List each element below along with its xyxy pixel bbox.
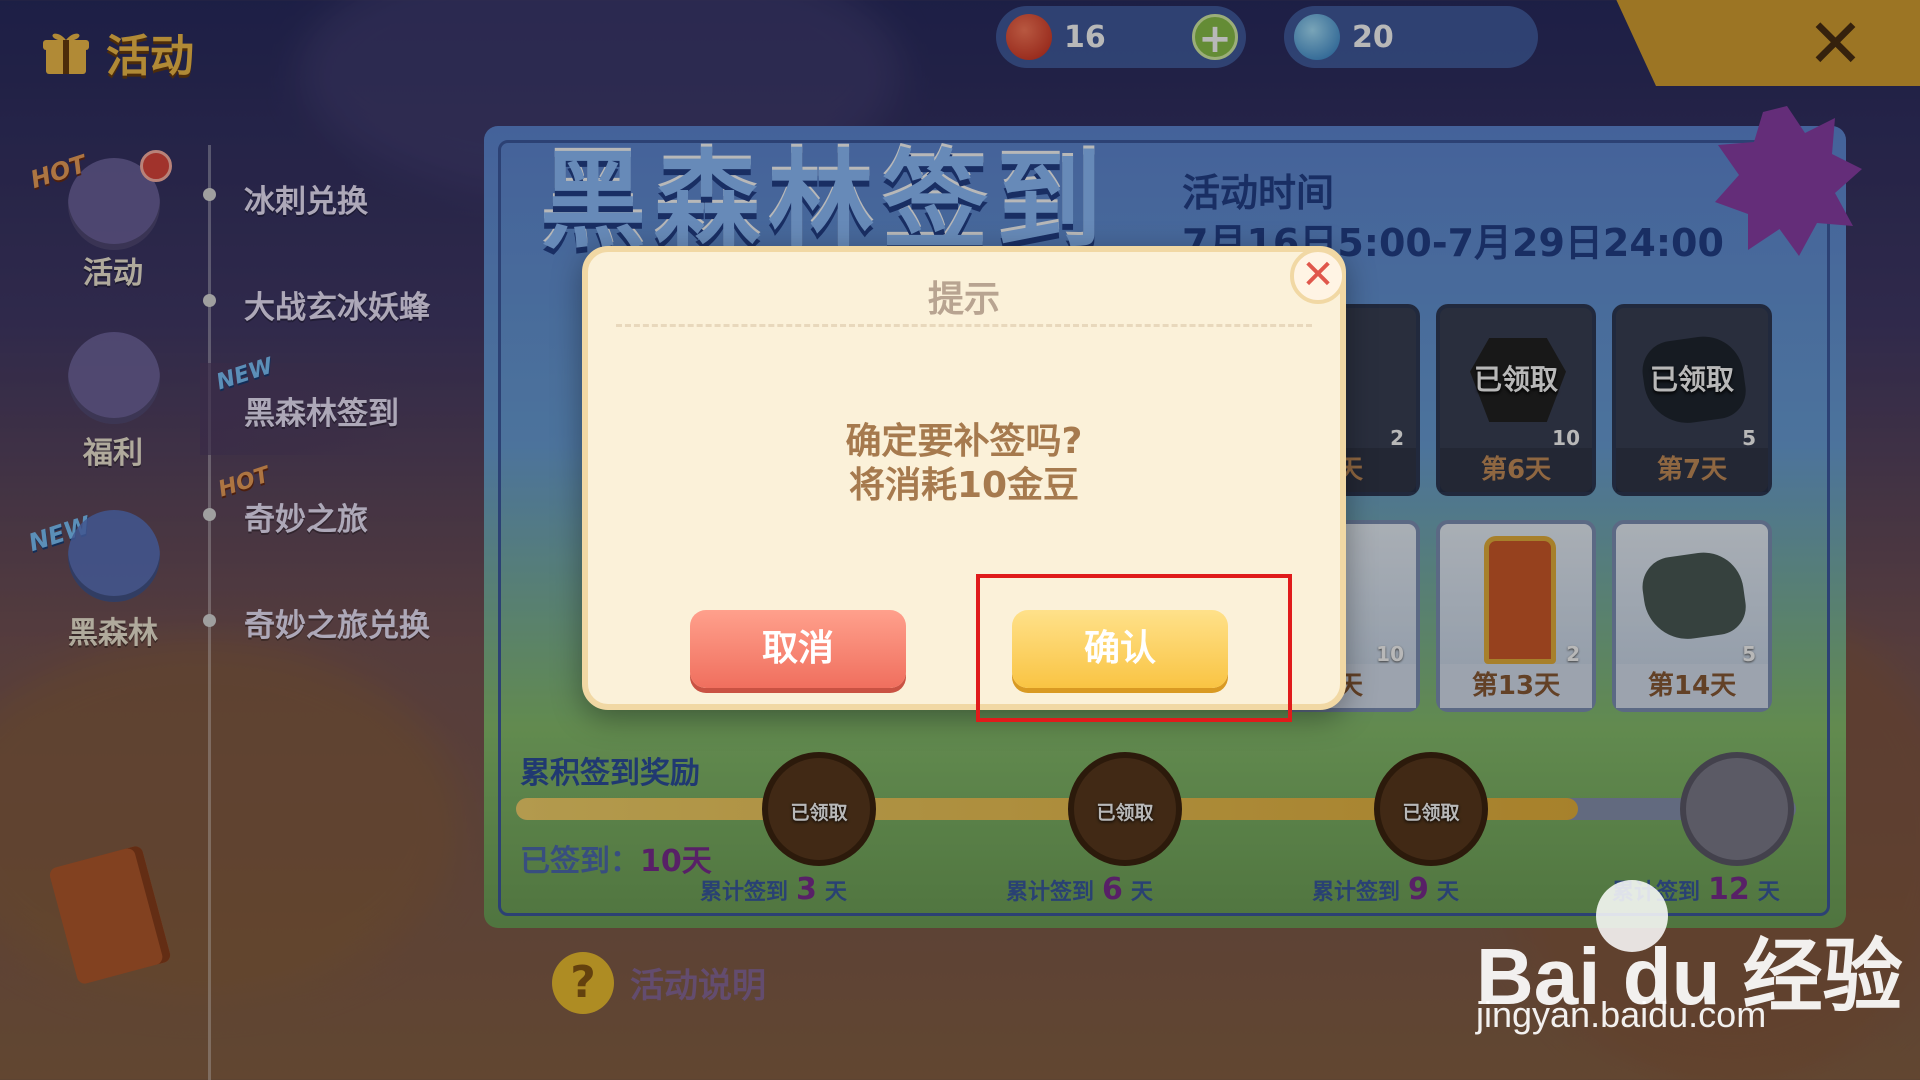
watermark-url: jingyan.baidu.com — [1476, 994, 1767, 1035]
confirm-highlight-box — [976, 574, 1292, 722]
dialog-divider — [616, 324, 1312, 327]
close-icon[interactable]: ✕ — [1290, 248, 1346, 304]
dialog-title: 提示 — [927, 279, 1000, 320]
dialog-message-line2: 将消耗10金豆 — [848, 465, 1080, 506]
dialog-message-line1: 确定要补签吗? — [845, 421, 1083, 462]
cancel-button[interactable]: 取消 — [690, 610, 906, 688]
dialog-message: 确定要补签吗? 将消耗10金豆 — [588, 420, 1340, 508]
